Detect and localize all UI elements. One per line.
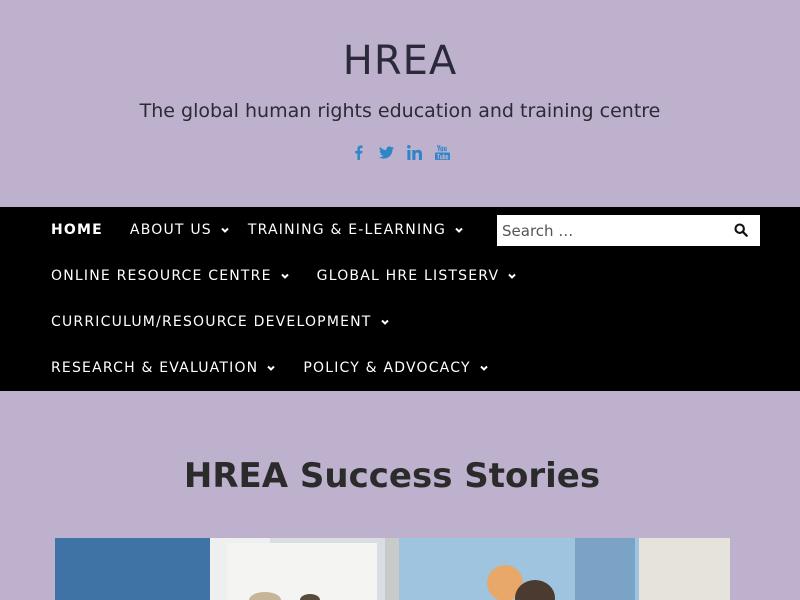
nav-item-label: CURRICULUM/RESOURCE DEVELOPMENT [51,314,372,330]
search-icon[interactable] [734,223,748,237]
nav-item-research-evaluation[interactable]: RESEARCH & EVALUATION [51,360,276,376]
nav-item-label: ONLINE RESOURCE CENTRE [51,268,272,284]
featured-image [55,538,730,600]
nav-item-label: GLOBAL HRE LISTSERV [316,268,500,284]
nav-item-policy-advocacy[interactable]: POLICY & ADVOCACY [303,360,488,376]
chevron-down-icon[interactable] [454,225,464,235]
search-input[interactable] [497,220,724,241]
nav-item-label: TRAINING & E-LEARNING [247,222,447,238]
chevron-down-icon[interactable] [479,363,489,373]
nav-item-label: RESEARCH & EVALUATION [51,360,259,376]
nav-item-training-e-learning[interactable]: TRAINING & E-LEARNING [248,222,464,238]
nav-item-global-hre-listserv[interactable]: GLOBAL HRE LISTSERV [317,268,518,284]
nav-item-curriculum-resource-development[interactable]: CURRICULUM/RESOURCE DEVELOPMENT [51,314,390,330]
nav-row-2: ONLINE RESOURCE CENTRE GLOBAL HRE LISTSE… [51,253,544,299]
chevron-down-icon[interactable] [380,317,390,327]
social-links [0,143,800,161]
search-form [497,215,760,246]
facebook-icon[interactable] [350,143,366,161]
chevron-down-icon[interactable] [266,363,276,373]
nav-item-label: HOME [51,222,103,238]
chevron-down-icon[interactable] [507,271,517,281]
nav-item-about-us[interactable]: ABOUT US [130,222,230,238]
youtube-icon[interactable] [434,143,450,161]
nav-item-label: ABOUT US [129,222,212,238]
nav-item-home[interactable]: HOME [51,222,103,238]
nav-item-label: POLICY & ADVOCACY [303,360,471,376]
twitter-icon[interactable] [378,143,394,161]
site-tagline: The global human rights education and tr… [139,100,661,122]
chevron-down-icon[interactable] [220,225,230,235]
nav-row-4: RESEARCH & EVALUATION POLICY & ADVOCACY [51,345,516,391]
featured-photo [55,538,730,600]
nav-row-3: CURRICULUM/RESOURCE DEVELOPMENT [51,299,417,345]
site-header: HREA The global human rights education a… [0,0,800,207]
linkedin-icon[interactable] [406,143,422,161]
nav-item-online-resource-centre[interactable]: ONLINE RESOURCE CENTRE [51,268,290,284]
nav-row-1: HOME ABOUT US TRAINING & E-LEARNING [51,207,491,253]
site-title[interactable]: HREA [0,38,800,84]
page-title: HREA Success Stories [183,456,601,496]
chevron-down-icon[interactable] [280,271,290,281]
